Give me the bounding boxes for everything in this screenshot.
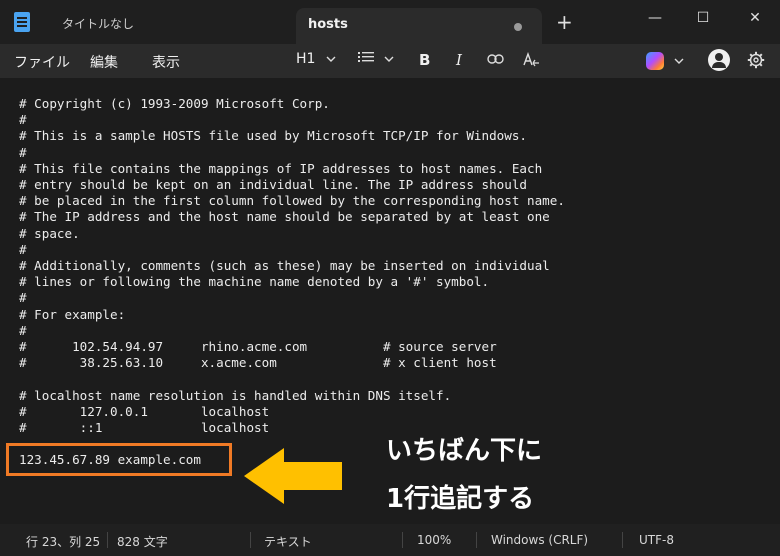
- code-line: #: [19, 241, 27, 257]
- status-divider: [402, 532, 403, 548]
- line-ending[interactable]: Windows (CRLF): [491, 533, 588, 547]
- menu-edit[interactable]: 編集: [90, 52, 118, 72]
- status-bar: 行 23、列 25 828 文字 テキスト 100% Windows (CRLF…: [0, 524, 780, 556]
- code-line: # space.: [19, 225, 80, 241]
- code-line: #: [19, 290, 27, 306]
- code-line: # be placed in the first column followed…: [19, 193, 565, 209]
- maximize-button[interactable]: ☐: [688, 6, 718, 30]
- code-line: # This file contains the mappings of IP …: [19, 160, 543, 176]
- status-divider: [107, 532, 108, 548]
- status-divider: [622, 532, 623, 548]
- heading-dropdown[interactable]: H1: [296, 51, 336, 67]
- close-button[interactable]: ✕: [740, 6, 770, 30]
- bold-button[interactable]: B: [419, 51, 430, 69]
- code-line: # 38.25.63.10 x.acme.com # x client host: [19, 355, 497, 371]
- character-count: 828 文字: [117, 535, 168, 549]
- added-hosts-entry: 123.45.67.89 example.com: [19, 452, 201, 467]
- annotation-text-line2: 1行追記する: [386, 484, 535, 514]
- zoom-level[interactable]: 100%: [417, 533, 451, 547]
- format-indicator[interactable]: テキスト: [264, 533, 312, 550]
- annotation-text-line1: いちばん下に: [386, 436, 543, 466]
- menu-view[interactable]: 表示: [152, 52, 180, 72]
- title-bar: タイトルなし hosts + — ☐ ✕: [0, 0, 780, 44]
- code-line: # The IP address and the host name shoul…: [19, 209, 550, 225]
- account-avatar[interactable]: [708, 49, 730, 71]
- chevron-down-icon: [384, 56, 394, 62]
- encoding[interactable]: UTF-8: [639, 533, 674, 547]
- list-dropdown[interactable]: [358, 51, 394, 67]
- code-line: # localhost name resolution is handled w…: [19, 387, 452, 403]
- tab-hosts-label: hosts: [308, 17, 348, 32]
- code-line: # This is a sample HOSTS file used by Mi…: [19, 128, 527, 144]
- left-arrow-annotation: [244, 448, 342, 504]
- new-tab-button[interactable]: +: [556, 10, 573, 34]
- status-divider: [250, 532, 251, 548]
- code-line: # Additionally, comments (such as these)…: [19, 258, 550, 274]
- code-line: # entry should be kept on an individual …: [19, 177, 527, 193]
- minimize-button[interactable]: —: [640, 6, 670, 30]
- code-line: # 102.54.94.97 rhino.acme.com # source s…: [19, 339, 497, 355]
- italic-button[interactable]: I: [456, 51, 462, 69]
- heading-label: H1: [296, 51, 316, 67]
- code-line: # Copyright (c) 1993-2009 Microsoft Corp…: [19, 96, 330, 111]
- cursor-position: 行 23、列 25: [26, 535, 101, 549]
- chevron-down-icon: [326, 56, 336, 62]
- code-line: #: [19, 144, 27, 160]
- code-line: # For example:: [19, 306, 126, 322]
- text-editor[interactable]: # Copyright (c) 1993-2009 Microsoft Corp…: [0, 78, 780, 524]
- code-line: # 127.0.0.1 localhost: [19, 403, 270, 419]
- code-line: # lines or following the machine name de…: [19, 274, 490, 290]
- unsaved-dot-icon[interactable]: [514, 23, 522, 31]
- tab-hosts[interactable]: hosts: [296, 8, 542, 44]
- notepad-app-icon: [14, 12, 30, 32]
- hosts-file-content: # Copyright (c) 1993-2009 Microsoft Corp…: [19, 96, 565, 436]
- tab-untitled[interactable]: タイトルなし: [62, 15, 134, 32]
- menu-file[interactable]: ファイル: [14, 52, 70, 72]
- code-line: #: [19, 112, 27, 128]
- list-icon: [358, 52, 374, 62]
- clear-formatting-button[interactable]: [522, 51, 540, 72]
- added-line-highlight: 123.45.67.89 example.com: [6, 443, 232, 476]
- chevron-down-icon[interactable]: [674, 57, 684, 65]
- status-divider: [476, 532, 477, 548]
- link-button[interactable]: [487, 53, 504, 69]
- settings-gear-icon[interactable]: [747, 51, 765, 69]
- copilot-icon[interactable]: [646, 52, 664, 70]
- link-icon: [487, 54, 504, 64]
- code-line: #: [19, 322, 27, 338]
- clear-formatting-icon: [523, 51, 539, 67]
